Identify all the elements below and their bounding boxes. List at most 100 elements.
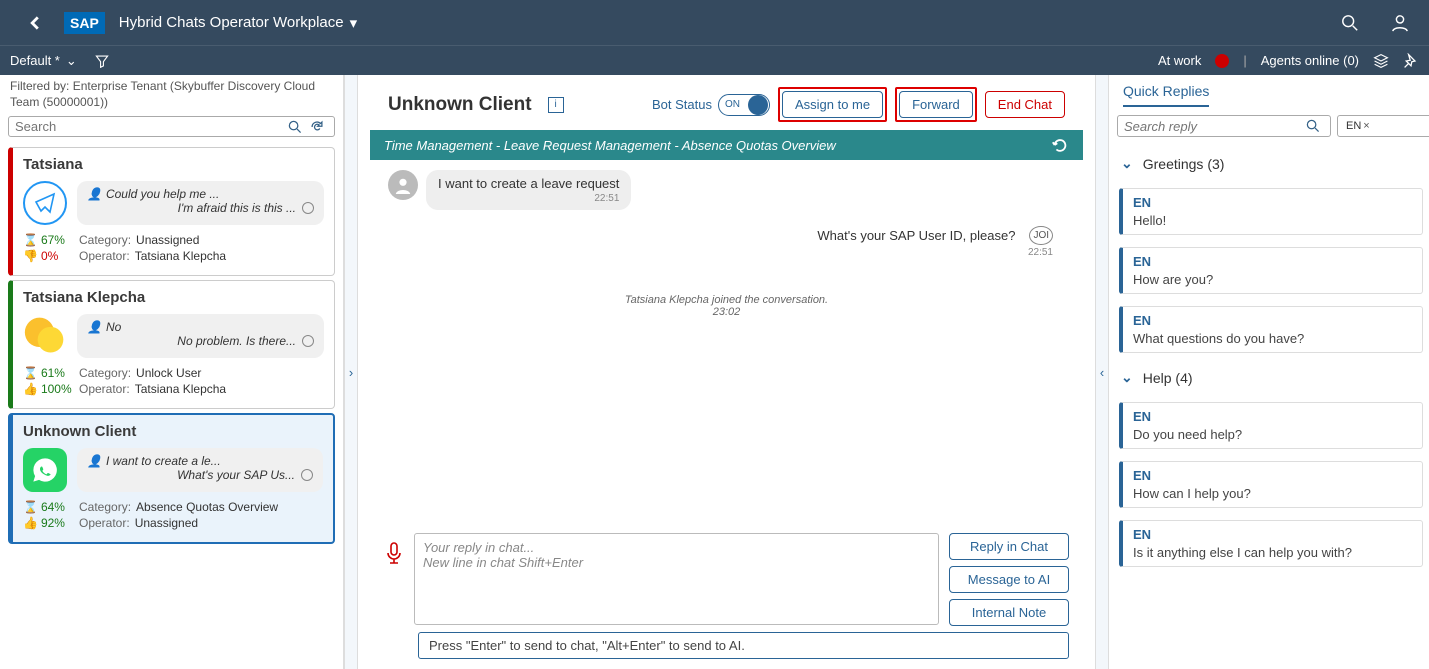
filter-icon[interactable]	[95, 54, 109, 68]
quick-reply-item[interactable]: EN How can I help you?	[1119, 461, 1423, 508]
microphone-icon[interactable]	[384, 541, 404, 565]
preview-request: Could you help me ...	[106, 187, 219, 201]
bot-status-toggle[interactable]: ON	[718, 94, 770, 116]
quick-reply-lang: EN	[1133, 409, 1412, 424]
chat-search-input[interactable]	[8, 116, 335, 137]
category-value: Unlock User	[136, 366, 201, 380]
quick-reply-text: Is it anything else I can help you with?	[1133, 545, 1412, 560]
user-icon[interactable]	[1391, 14, 1409, 32]
message-to-ai-button[interactable]: Message to AI	[949, 566, 1069, 593]
reply-hint: Press "Enter" to send to chat, "Alt+Ente…	[418, 632, 1069, 659]
reply-group-header[interactable]: ⌄ Help (4)	[1121, 369, 1421, 386]
system-message: Tatsiana Klepcha joined the conversation…	[388, 294, 1065, 318]
chevron-down-icon: ⌄	[66, 53, 77, 69]
message-outgoing: What's your SAP User ID, please? JOI 22:…	[388, 220, 1065, 264]
quick-reply-item[interactable]: EN Is it anything else I can help you wi…	[1119, 520, 1423, 567]
quick-reply-lang: EN	[1133, 195, 1412, 210]
conversation-panel: Unknown Client i Bot Status ON Assign to…	[358, 75, 1095, 669]
preview-response: No problem. Is there...	[177, 334, 296, 348]
chat-preview: 👤I want to create a le... What's your SA…	[77, 448, 323, 492]
bot-status-label: Bot Status	[652, 97, 712, 112]
chat-card-selected[interactable]: Unknown Client 👤I want to create a le...…	[8, 413, 335, 544]
chat-card[interactable]: Tatsiana Klepcha 👤No No problem. Is ther…	[8, 280, 335, 409]
category-label: Category:	[79, 366, 131, 380]
search-icon[interactable]	[1306, 119, 1320, 133]
forward-button[interactable]: Forward	[899, 91, 973, 118]
back-button[interactable]	[20, 16, 50, 30]
status-indicator[interactable]	[1215, 54, 1229, 68]
quick-reply-lang: EN	[1133, 527, 1412, 542]
message-text: What's your SAP User ID, please?	[817, 228, 1015, 243]
status-circle-icon	[301, 469, 313, 481]
thumbs-down-icon: 👎	[23, 249, 38, 263]
collapse-right-button[interactable]: ‹	[1095, 75, 1109, 669]
operator-value: Unassigned	[135, 516, 198, 530]
search-icon[interactable]	[288, 120, 302, 134]
undo-icon[interactable]	[1051, 136, 1069, 154]
internal-note-button[interactable]: Internal Note	[949, 599, 1069, 626]
sap-logo: SAP	[64, 12, 105, 34]
annotation-highlight: Forward	[895, 87, 977, 122]
quick-reply-text: How can I help you?	[1133, 486, 1412, 501]
language-tag: EN	[1346, 120, 1361, 132]
category-label: Category:	[79, 233, 131, 247]
status-circle-icon	[302, 335, 314, 347]
chat-preview: 👤No No problem. Is there...	[77, 314, 324, 358]
quick-reply-item[interactable]: EN How are you?	[1119, 247, 1423, 294]
language-select[interactable]: EN× ⌄	[1337, 115, 1429, 137]
quick-reply-item[interactable]: EN Do you need help?	[1119, 402, 1423, 449]
reply-textarea[interactable]: Your reply in chat... New line in chat S…	[414, 533, 939, 625]
metric-time: 61%	[41, 366, 65, 380]
chat-client-name: Tatsiana	[23, 156, 324, 173]
operator-value: Tatsiana Klepcha	[135, 249, 226, 263]
divider: |	[1243, 53, 1246, 68]
conversation-title: Unknown Client	[388, 94, 532, 116]
operator-value: Tatsiana Klepcha	[135, 382, 226, 396]
whatsapp-icon	[23, 448, 67, 492]
end-chat-button[interactable]: End Chat	[985, 91, 1065, 118]
app-title-dropdown[interactable]: Hybrid Chats Operator Workplace ▾	[119, 14, 357, 32]
quick-reply-item[interactable]: EN What questions do you have?	[1119, 306, 1423, 353]
remove-lang-icon[interactable]: ×	[1363, 120, 1369, 132]
tab-quick-replies[interactable]: Quick Replies	[1123, 83, 1209, 107]
category-label: Category:	[79, 500, 131, 514]
chevron-down-icon: ⌄	[1121, 369, 1133, 386]
reply-search-input[interactable]	[1117, 115, 1331, 137]
quick-reply-text: Do you need help?	[1133, 427, 1412, 442]
chat-client-name: Unknown Client	[23, 423, 323, 440]
layers-icon[interactable]	[1373, 53, 1389, 69]
view-selector[interactable]: Default * ⌄	[10, 53, 77, 69]
view-label: Default *	[10, 53, 60, 68]
reply-group-header[interactable]: ⌄ Greetings (3)	[1121, 155, 1421, 172]
chat-search-field[interactable]	[15, 119, 284, 134]
topic-breadcrumb: Time Management - Leave Request Manageme…	[370, 130, 1083, 160]
user-avatar-icon	[388, 170, 418, 200]
info-icon[interactable]: i	[548, 97, 564, 113]
reply-search-field[interactable]	[1124, 119, 1302, 134]
quick-reply-text: What questions do you have?	[1133, 331, 1412, 346]
chat-card[interactable]: Tatsiana 👤Could you help me ... I'm afra…	[8, 147, 335, 276]
person-icon: 👤	[87, 320, 102, 334]
telegram-icon	[23, 181, 67, 225]
operator-label: Operator:	[79, 249, 130, 263]
status-circle-icon	[302, 202, 314, 214]
hourglass-icon: ⌛	[23, 500, 38, 514]
operator-label: Operator:	[79, 382, 130, 396]
operator-label: Operator:	[79, 516, 130, 530]
pin-icon[interactable]	[1403, 53, 1419, 69]
reply-group-title: Help (4)	[1143, 370, 1193, 386]
chat-preview: 👤Could you help me ... I'm afraid this i…	[77, 181, 324, 225]
message-time: 22:51	[438, 193, 619, 204]
quick-reply-item[interactable]: EN Hello!	[1119, 188, 1423, 235]
collapse-left-button[interactable]: ›	[344, 75, 358, 669]
sub-header: Default * ⌄ At work | Agents online (0)	[0, 45, 1429, 75]
quick-reply-text: Hello!	[1133, 213, 1412, 228]
search-icon[interactable]	[1341, 14, 1359, 32]
refresh-icon[interactable]	[310, 120, 324, 134]
message-time: 22:51	[817, 247, 1053, 258]
reply-in-chat-button[interactable]: Reply in Chat	[949, 533, 1069, 560]
quick-reply-lang: EN	[1133, 313, 1412, 328]
assign-to-me-button[interactable]: Assign to me	[782, 91, 883, 118]
metric-rating: 92%	[41, 516, 65, 530]
quick-reply-text: How are you?	[1133, 272, 1412, 287]
